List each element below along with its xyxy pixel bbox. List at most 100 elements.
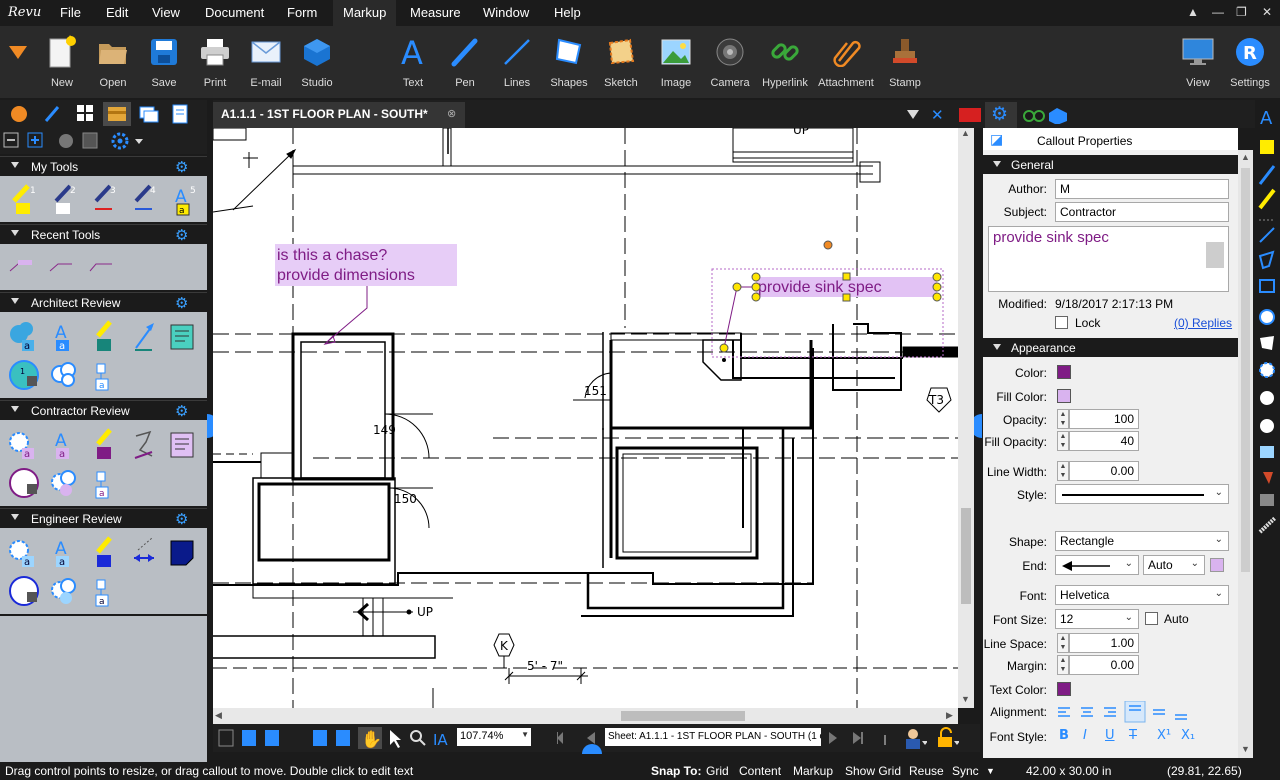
single-page-icon[interactable]: [242, 730, 256, 746]
auto-font-size-checkbox[interactable]: [1145, 612, 1158, 625]
end-size-select[interactable]: Auto ⌄: [1143, 555, 1205, 575]
comment-field[interactable]: provide sink spec: [988, 226, 1229, 292]
section-gear-icon[interactable]: ⚙: [175, 402, 188, 420]
lock-icon[interactable]: [935, 727, 960, 752]
cloud-callout-tool-icon[interactable]: a: [10, 322, 34, 352]
snap-markup-toggle[interactable]: Markup: [793, 764, 833, 778]
line-style-select[interactable]: ⌄: [1055, 484, 1229, 504]
open-button[interactable]: Open: [85, 34, 141, 89]
section-gear-icon[interactable]: ⚙: [175, 226, 188, 244]
horizontal-scroll-thumb[interactable]: [621, 711, 745, 721]
section-gear-icon[interactable]: ⚙: [175, 510, 188, 528]
snapshot-tool-icon[interactable]: [1260, 494, 1274, 506]
highlighter-tool-icon[interactable]: [1258, 188, 1276, 210]
cloud-tool-icon[interactable]: [1259, 362, 1275, 378]
ribbon-collapse-icon[interactable]: ▲: [1187, 5, 1199, 19]
select-text-icon[interactable]: IA: [433, 731, 448, 749]
stamp-tool-icon[interactable]: [1263, 472, 1273, 484]
user-avatar-icon[interactable]: [903, 727, 928, 752]
pen-tool-button[interactable]: Pen: [437, 34, 493, 89]
snap-content-toggle[interactable]: Content: [739, 764, 781, 778]
fit-width-icon[interactable]: [336, 730, 350, 746]
callout-tool-icon[interactable]: a: [95, 579, 109, 607]
record-icon[interactable]: [959, 108, 981, 122]
appearance-section-header[interactable]: Appearance: [983, 338, 1238, 357]
count-circle-tool-icon[interactable]: [9, 468, 39, 498]
bold-button[interactable]: B: [1059, 728, 1069, 743]
recent-callout-tool-icon[interactable]: [89, 263, 112, 272]
pan-hand-icon[interactable]: ✋: [361, 729, 382, 750]
scroll-right-icon[interactable]: ▶: [946, 710, 953, 721]
author-field[interactable]: M: [1055, 179, 1229, 199]
polyline-tool-icon[interactable]: [134, 430, 153, 459]
valign-bottom-icon[interactable]: [1175, 714, 1187, 720]
collapse-arrow-icon[interactable]: [11, 162, 19, 168]
tool-chest-tab-icon[interactable]: [108, 107, 126, 121]
replies-link[interactable]: (0) Replies: [1174, 316, 1232, 330]
text-tool-icon[interactable]: A: [1260, 108, 1273, 129]
lines-tool-button[interactable]: Lines: [489, 34, 545, 89]
search-binoculars-icon[interactable]: [1023, 110, 1045, 122]
polyline-tool-icon[interactable]: [1258, 250, 1275, 270]
hyperlink-tool-button[interactable]: Hyperlink: [757, 34, 813, 89]
collapse-arrow-icon[interactable]: [11, 406, 19, 412]
close-icon[interactable]: ✕: [1262, 5, 1272, 19]
properties-scrollbar[interactable]: ▲ ▼: [1238, 150, 1253, 758]
recent-callout-tool-icon[interactable]: [9, 260, 32, 272]
recent-callout-tool-icon[interactable]: [49, 263, 72, 272]
cloud-tool-icon[interactable]: [51, 578, 76, 604]
whiteout-tool-icon[interactable]: [54, 184, 72, 214]
last-page-icon[interactable]: [853, 732, 861, 744]
arrow-tool-icon[interactable]: [1259, 227, 1275, 243]
tab-close-icon[interactable]: ⊗: [447, 107, 456, 120]
menu-document[interactable]: Document: [205, 5, 264, 20]
attachment-tool-button[interactable]: Attachment: [818, 34, 874, 89]
properties-scroll-thumb[interactable]: [1241, 168, 1250, 572]
vertical-scroll-thumb[interactable]: [961, 508, 971, 604]
font-size-select[interactable]: 12 ⌄: [1055, 609, 1139, 629]
text-box-tool-icon[interactable]: Aa: [55, 539, 69, 568]
text-box-tool-icon[interactable]: Aa: [55, 323, 69, 352]
highlight-tool-icon[interactable]: [12, 184, 30, 214]
sync-chevron-icon[interactable]: ▼: [986, 766, 995, 776]
line-space-spinner[interactable]: ▲ ▼: [1057, 633, 1069, 653]
chevron-down-icon[interactable]: ▼: [521, 730, 529, 739]
section-gear-icon[interactable]: ⚙: [175, 158, 188, 176]
new-button[interactable]: New: [34, 34, 90, 89]
close-document-icon[interactable]: ✕: [931, 108, 944, 122]
scroll-up-icon[interactable]: ▲: [961, 128, 970, 138]
polygon-tool-icon[interactable]: [1260, 336, 1274, 350]
print-button[interactable]: Print: [187, 34, 243, 89]
image-tool-button[interactable]: Image: [648, 34, 704, 89]
note-tool-icon[interactable]: [170, 324, 194, 350]
zoom-field[interactable]: 107.74% ▼: [457, 728, 531, 746]
margin-spinner[interactable]: ▲ ▼: [1057, 655, 1069, 675]
comment-scroll-thumb[interactable]: [1206, 242, 1224, 268]
collapse-arrow-icon[interactable]: [993, 161, 1001, 167]
menu-form[interactable]: Form: [287, 5, 317, 20]
underline-button[interactable]: U: [1105, 728, 1115, 743]
vertical-scrollbar[interactable]: ▲ ▼: [958, 128, 974, 708]
studio-button[interactable]: Studio: [289, 34, 345, 89]
maximize-icon[interactable]: ❐: [1236, 5, 1247, 19]
callout-tool-icon[interactable]: a: [95, 363, 109, 391]
dimension-tool-icon[interactable]: [134, 537, 154, 562]
drawing-mode-icon[interactable]: [82, 132, 98, 149]
studio-tab-icon[interactable]: [1049, 108, 1067, 124]
previous-page-icon[interactable]: [587, 732, 595, 744]
text-box-tool-icon[interactable]: Aa: [55, 431, 69, 460]
italic-button[interactable]: I: [1083, 728, 1087, 743]
thumbnails-tab-icon[interactable]: [77, 105, 93, 121]
stamp-tool-button[interactable]: Stamp: [877, 34, 933, 89]
properties-gear-icon[interactable]: ⚙: [991, 103, 1008, 126]
align-right-icon[interactable]: [1104, 707, 1116, 717]
section-contractor-review[interactable]: Contractor Review ⚙: [0, 400, 207, 420]
tab-list-icon[interactable]: [907, 110, 919, 119]
document-tab-title[interactable]: A1.1.1 - 1ST FLOOR PLAN - SOUTH*: [221, 107, 428, 121]
menu-help[interactable]: Help: [554, 5, 581, 20]
ellipse-tool-icon[interactable]: [1259, 309, 1275, 325]
section-engineer-review[interactable]: Engineer Review ⚙: [0, 508, 207, 528]
layers-tab-icon[interactable]: [139, 106, 159, 123]
subscript-button[interactable]: X₁: [1181, 728, 1195, 743]
callout-cloud-tool-icon[interactable]: [1260, 419, 1274, 433]
